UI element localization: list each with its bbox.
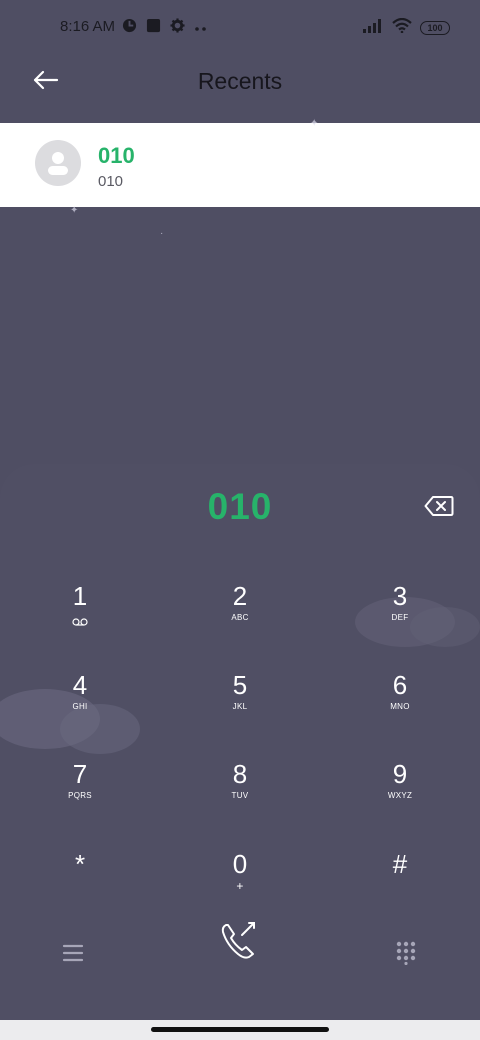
key-4[interactable]: 4 GHI [25, 670, 135, 744]
key-8[interactable]: 8 TUV [185, 759, 295, 833]
key-5[interactable]: 5 JKL [185, 670, 295, 744]
key-digit: # [392, 849, 408, 879]
key-letters: + [236, 879, 244, 893]
dialpad-toggle-button[interactable] [396, 941, 416, 966]
key-digit: 2 [232, 581, 248, 611]
call-button[interactable] [218, 919, 262, 963]
key-1[interactable]: 1 [25, 581, 135, 655]
settings-icon [170, 18, 185, 38]
key-letters: MNO [390, 702, 410, 711]
signal-icon [362, 18, 384, 38]
backspace-icon [424, 496, 454, 516]
key-digit: 6 [392, 670, 408, 700]
status-left-icons [122, 18, 208, 38]
key-letters: GHI [72, 702, 88, 711]
status-right-icons: 100 [362, 17, 450, 38]
stop-icon [146, 18, 161, 38]
key-digit: 9 [392, 759, 408, 789]
key-star[interactable]: * [25, 849, 135, 923]
key-digit: 0 [232, 849, 248, 879]
battery-icon: 100 [420, 21, 450, 35]
backspace-button[interactable] [424, 494, 454, 518]
key-digit: 3 [392, 581, 408, 611]
key-digit: 7 [72, 759, 88, 789]
sparkle-decoration: · [160, 228, 164, 239]
avatar [35, 140, 81, 186]
phone-icon [221, 922, 255, 959]
key-letters: WXYZ [387, 791, 413, 800]
home-indicator[interactable] [151, 1027, 329, 1032]
wifi-icon [392, 17, 412, 38]
page-title: Recents [197, 68, 283, 94]
key-digit: 4 [72, 670, 88, 700]
sparkle-decoration: ✦ [70, 205, 79, 216]
search-result-row[interactable]: 010 010 [0, 123, 480, 207]
sparkle-decoration: ✦ [310, 118, 319, 129]
key-digit: 8 [232, 759, 248, 789]
vpn-icon [122, 18, 137, 38]
status-bar: 8:16 AM 100 [0, 0, 480, 56]
key-letters: PQRS [68, 791, 92, 800]
key-letters: DEF [391, 613, 409, 622]
status-time: 8:16 AM [60, 18, 116, 35]
menu-icon [62, 944, 84, 962]
key-digit: * [74, 849, 86, 879]
system-nav-area [0, 1020, 480, 1040]
key-digit: 1 [72, 581, 88, 611]
result-number: 010 [98, 173, 124, 190]
key-hash[interactable]: # [345, 849, 455, 923]
key-letters: JKL [232, 702, 248, 711]
header: Recents [0, 56, 480, 122]
key-0[interactable]: 0 + [185, 849, 295, 923]
more-dots-icon [194, 19, 208, 37]
dialer-bottom-bar [0, 919, 480, 979]
key-7[interactable]: 7 PQRS [25, 759, 135, 833]
key-letters: ABC [231, 613, 249, 622]
key-letters: TUV [231, 791, 249, 800]
key-6[interactable]: 6 MNO [345, 670, 455, 744]
key-2[interactable]: 2 ABC [185, 581, 295, 655]
key-digit: 5 [232, 670, 248, 700]
result-name: 010 [98, 143, 135, 168]
key-9[interactable]: 9 WXYZ [345, 759, 455, 833]
dialed-number: 010 [207, 486, 273, 527]
key-3[interactable]: 3 DEF [345, 581, 455, 655]
dialpad-icon [396, 941, 416, 966]
menu-button[interactable] [62, 943, 84, 963]
dial-panel: 010 1 2 ABC 3 DEF 4 GHI 5 JKL 6 MNO 7 PQ… [0, 464, 480, 1020]
battery-level: 100 [427, 22, 443, 33]
voicemail-icon [72, 613, 88, 631]
person-icon [48, 152, 68, 175]
